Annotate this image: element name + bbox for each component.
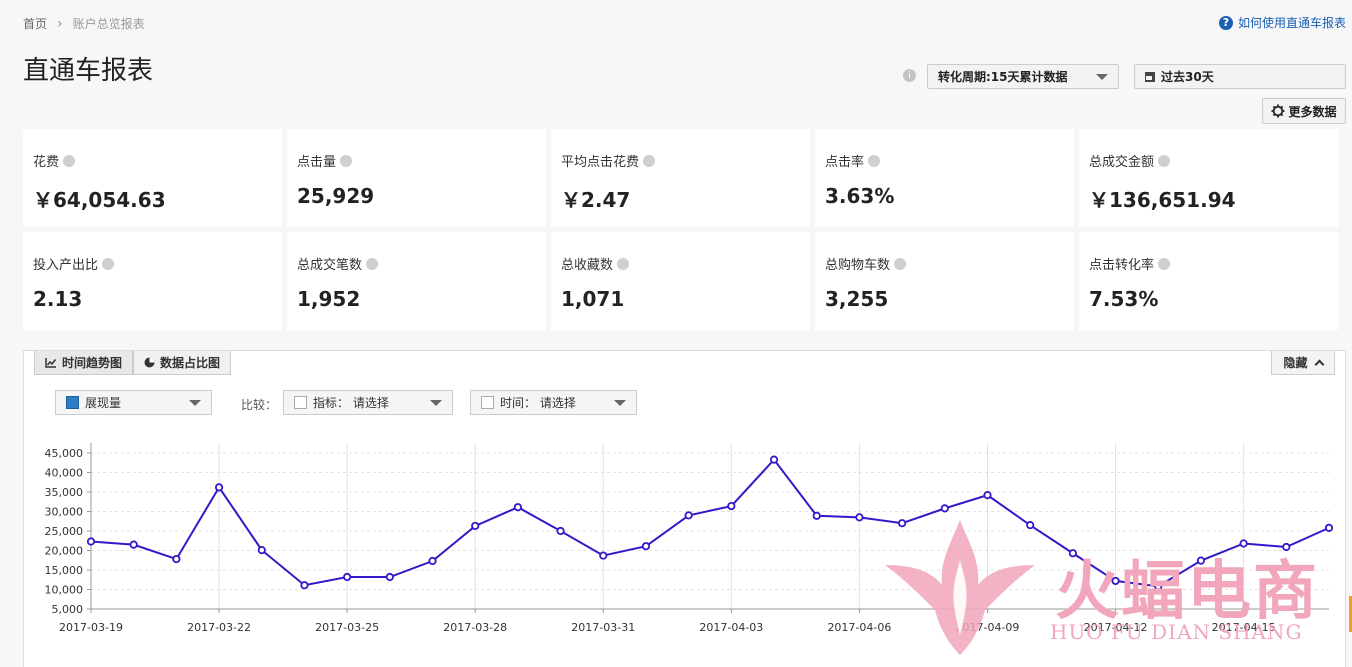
y-tick-label: 40,000 [45,467,84,480]
data-point [343,572,352,582]
data-point [812,511,821,520]
x-tick-label: 2017-04-03 [699,621,763,634]
metric-label: 总成交金额 [1089,155,1155,170]
question-icon[interactable] [894,257,907,270]
x-tick-label: 2017-03-31 [571,621,635,634]
metric-value: 1,071 [561,287,625,311]
data-point [556,526,565,536]
help-link-label: 如何使用直通车报表 [1237,16,1346,30]
x-tick-label: 2017-03-28 [443,621,507,634]
data-point [86,537,96,546]
question-icon[interactable] [102,257,115,270]
metric-card-favorites: 总收藏数 1,071 [551,232,810,330]
metric-value: 2.13 [33,287,83,311]
data-point [684,511,693,520]
metric-card-gmv: 总成交金额 ￥136,651.94 [1079,129,1338,227]
question-icon[interactable] [366,257,379,270]
metric-card-roi: 投入产出比 2.13 [23,232,282,330]
help-icon: ? [1218,15,1233,30]
data-point [641,542,651,551]
y-tick-label: 15,000 [45,564,84,577]
x-tick-label: 2017-03-19 [59,621,123,634]
gear-icon [1271,104,1285,118]
info-icon[interactable]: i [903,69,916,82]
x-tick-label: 2017-03-25 [315,621,379,634]
y-tick-label: 30,000 [45,506,84,519]
y-tick-label: 45,000 [45,447,84,460]
watermark-text: 火蝠电商 [1055,555,1319,629]
question-icon[interactable] [643,154,656,167]
data-point [214,483,224,492]
breadcrumb: 首页 › 账户总览报表 [23,15,145,32]
breadcrumb-home[interactable]: 首页 [23,15,47,32]
conversion-cycle-label: 转化周期:15天累计数据 [938,70,1068,84]
metric-value: ￥2.47 [561,188,631,212]
metric-card-avg-cpc: 平均点击花费 ￥2.47 [551,129,810,227]
y-tick-label: 10,000 [45,584,84,597]
question-icon[interactable] [63,154,76,167]
data-point [855,513,864,522]
question-icon[interactable] [1158,154,1171,167]
chevron-right-icon: › [57,15,63,32]
question-icon[interactable] [868,154,881,167]
question-icon[interactable] [340,154,353,167]
metric-label: 总购物车数 [825,258,891,273]
conversion-cycle-select[interactable]: 转化周期:15天累计数据 [927,64,1119,89]
y-tick-label: 25,000 [45,525,84,538]
metric-card-cart: 总购物车数 3,255 [815,232,1074,330]
calendar-icon [1145,71,1155,82]
data-point [385,572,394,582]
data-point [129,540,138,549]
metric-label: 平均点击花费 [561,155,640,170]
data-point [300,581,309,590]
metric-value: 3,255 [825,287,889,311]
metric-card-cvr: 点击转化率 7.53% [1079,232,1338,330]
metric-label: 点击转化率 [1089,258,1155,273]
metric-label: 点击率 [825,155,865,170]
y-tick-label: 5,000 [52,603,84,616]
caret-down-icon [1096,73,1108,80]
more-data-label: 更多数据 [1288,104,1337,119]
page-title: 直通车报表 [23,56,154,86]
more-data-button[interactable]: 更多数据 [1262,98,1346,124]
breadcrumb-current: 账户总览报表 [72,17,145,31]
data-point [471,521,480,531]
watermark-subtext: HUO FU DIAN SHANG [1050,620,1303,644]
data-point [599,551,608,560]
metric-label: 花费 [33,155,60,170]
metric-value: 7.53% [1089,287,1159,311]
metric-value: ￥64,054.63 [33,188,166,212]
y-tick-label: 20,000 [45,545,84,558]
metric-value: ￥136,651.94 [1089,188,1236,212]
data-point [513,503,522,512]
bat-logo-icon [885,520,1035,655]
metric-card-ctr: 点击率 3.63% [815,129,1074,227]
help-link[interactable]: ? 如何使用直通车报表 [1218,14,1346,31]
metric-card-clicks: 点击量 25,929 [287,129,546,227]
x-tick-label: 2017-03-22 [187,621,251,634]
metric-grid: 花费 ￥64,054.63 点击量 25,929 平均点击花费 ￥2.47 点击… [23,129,1341,330]
metric-label: 总成交笔数 [297,258,363,273]
data-point [983,491,992,500]
metric-label: 投入产出比 [33,258,99,273]
data-point [727,501,736,511]
data-point [257,546,266,555]
metric-label: 点击量 [297,155,337,170]
metric-value: 1,952 [297,287,361,311]
question-icon[interactable] [617,257,630,270]
data-point [172,554,181,564]
date-range-label: 过去30天 [1161,70,1214,84]
metric-label: 总收藏数 [561,258,614,273]
metric-card-orders: 总成交笔数 1,952 [287,232,546,330]
data-point [428,556,437,566]
y-tick-label: 35,000 [45,486,84,499]
metric-value: 3.63% [825,184,895,208]
question-icon[interactable] [1158,257,1171,270]
data-point [1324,523,1334,532]
metric-card-cost: 花费 ￥64,054.63 [23,129,282,227]
date-range-button[interactable]: 过去30天 [1134,64,1346,89]
metric-value: 25,929 [297,184,375,208]
data-point [769,455,779,464]
